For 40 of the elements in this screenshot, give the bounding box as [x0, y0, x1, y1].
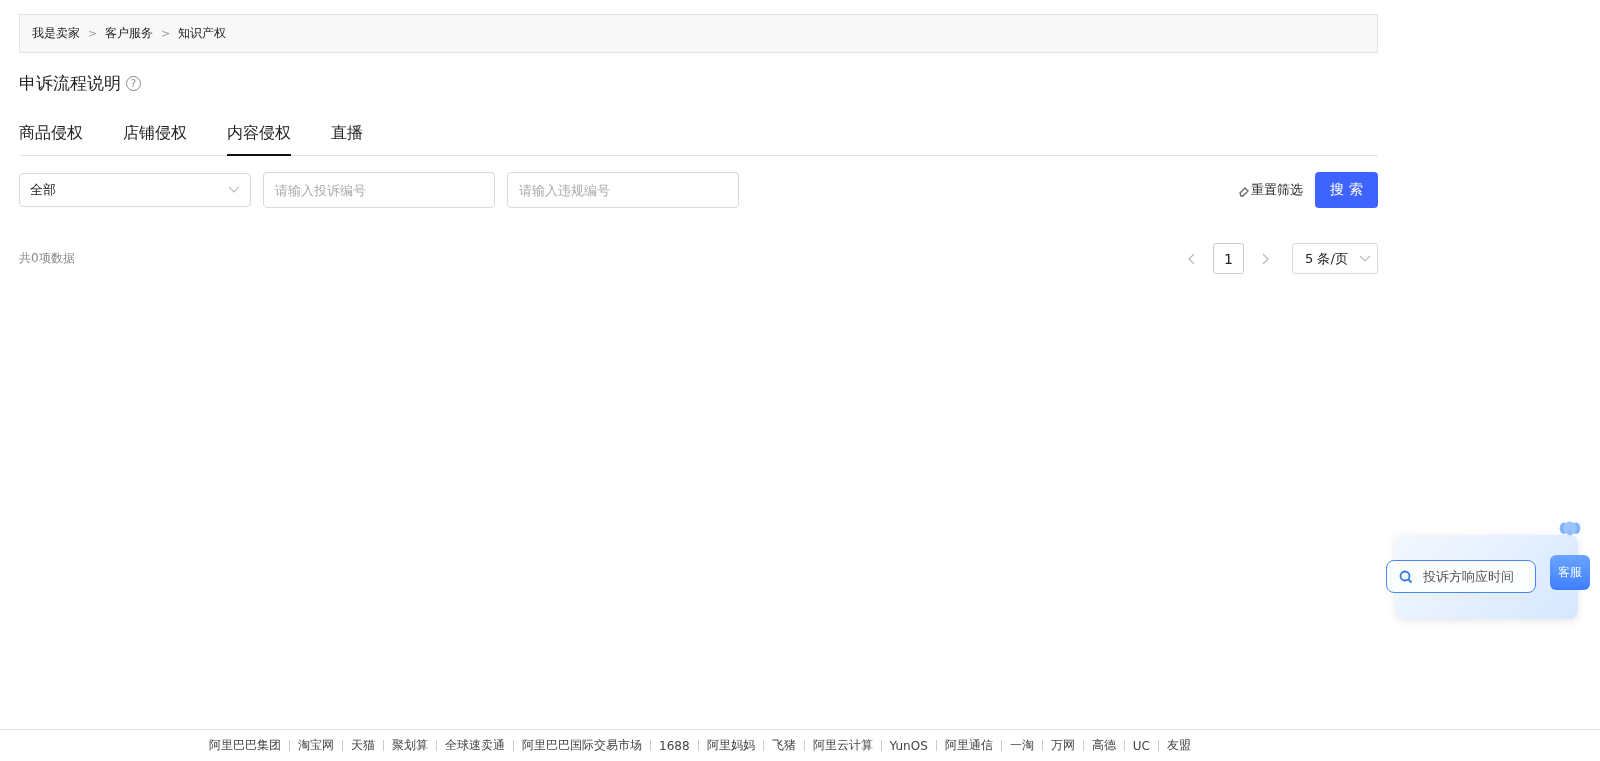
footer-link[interactable]: 全球速卖通 — [445, 737, 505, 754]
violation-number-field[interactable]: 请输入违规编号 — [507, 172, 739, 208]
breadcrumb-separator: > — [88, 27, 98, 40]
tab[interactable]: 内容侵权 — [227, 117, 291, 156]
breadcrumb-separator: > — [161, 27, 171, 40]
complaint-number-field[interactable]: 请输入投诉编号 — [263, 172, 495, 208]
footer-link[interactable]: 飞猪 — [771, 737, 796, 754]
footer-link[interactable]: 万网 — [1050, 737, 1075, 754]
eraser-icon[interactable] — [1239, 187, 1249, 197]
footer-link[interactable]: 阿里云计算 — [812, 737, 873, 754]
search-button[interactable]: 搜 索 — [1315, 172, 1378, 208]
tab[interactable]: 商品侵权 — [19, 117, 83, 156]
chevron-down-icon — [228, 186, 240, 194]
footer-link[interactable]: 阿里妈妈 — [706, 737, 755, 754]
footer-link[interactable]: 聚划算 — [392, 737, 428, 754]
footer-link[interactable]: 1688 — [659, 738, 690, 753]
footer-link[interactable]: YunOS — [889, 738, 928, 753]
reset-filter-button[interactable]: 重置筛选 — [1251, 181, 1303, 199]
tab[interactable]: 店铺侵权 — [123, 117, 187, 156]
search-icon — [1399, 569, 1413, 584]
tab[interactable]: 直播 — [331, 117, 363, 156]
footer-link[interactable]: 阿里通信 — [944, 737, 993, 754]
footer-link[interactable]: 一淘 — [1009, 737, 1034, 754]
page-button[interactable]: 1 — [1213, 243, 1244, 274]
footer-link[interactable]: 高德 — [1091, 737, 1116, 754]
breadcrumb-link[interactable]: 知识产权 — [178, 25, 227, 42]
total-count: 共0项数据 — [19, 250, 75, 267]
footer-link[interactable]: 天猫 — [351, 737, 375, 754]
footer-link[interactable]: 友盟 — [1166, 737, 1191, 754]
breadcrumb-link[interactable]: 我是卖家 — [32, 25, 80, 42]
type-select[interactable]: 全部 — [19, 173, 251, 207]
breadcrumb-link[interactable]: 客户服务 — [105, 25, 154, 42]
footer-link[interactable]: 阿里巴巴集团 — [209, 737, 281, 754]
page-size-select[interactable]: 5 条/页 — [1292, 243, 1378, 274]
footer-link[interactable]: 阿里巴巴国际交易市场 — [522, 737, 642, 754]
footer-link[interactable]: UC — [1132, 738, 1150, 753]
assistant-search-field[interactable]: 投诉方响应时间 — [1386, 560, 1536, 593]
page-title: 申诉流程说明 — [19, 71, 121, 95]
chevron-down-icon — [1359, 254, 1371, 263]
footer-link[interactable]: 淘宝网 — [298, 737, 334, 754]
